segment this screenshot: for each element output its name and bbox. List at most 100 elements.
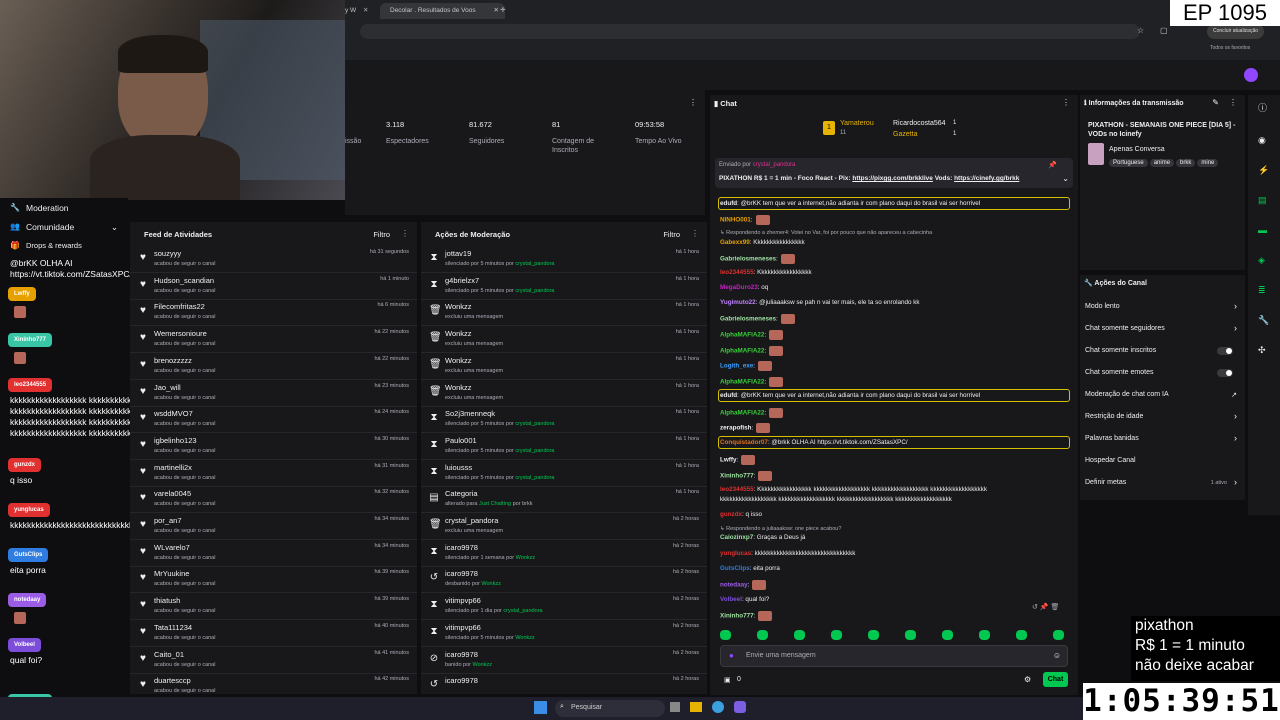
chat-username[interactable]: NINHO001 bbox=[720, 217, 751, 224]
emote-icon[interactable] bbox=[942, 630, 953, 640]
action-restri-o-de-idade[interactable]: Restrição de idade bbox=[1085, 413, 1143, 420]
tag[interactable]: mine bbox=[1197, 159, 1219, 167]
activity-user[interactable]: thiatush bbox=[154, 596, 180, 605]
action-palavras-banidas[interactable]: Palavras banidas bbox=[1085, 435, 1139, 442]
chat-username[interactable]: AlphaMAFIA22 bbox=[720, 332, 764, 339]
edit-icon[interactable]: ✎ bbox=[1212, 98, 1219, 107]
chat-input[interactable]: ● Envie uma mensagem ☺ bbox=[720, 645, 1068, 667]
filter-button[interactable]: Filtro bbox=[663, 230, 680, 239]
emote-icon[interactable] bbox=[757, 630, 768, 640]
chat-username[interactable]: gunzdx bbox=[720, 511, 742, 518]
mod-actor[interactable]: Wonkzz bbox=[515, 635, 534, 641]
chat-username[interactable]: Logith_exe bbox=[720, 363, 753, 370]
activity-user[interactable]: WLvarelo7 bbox=[154, 543, 190, 552]
chat-username[interactable]: Gabrielosmeneses bbox=[720, 256, 776, 263]
mod-target-user[interactable]: crystal_pandora bbox=[445, 516, 498, 525]
activity-user[interactable]: brenozzzzz bbox=[154, 356, 192, 365]
activity-user[interactable]: martinelli2x bbox=[154, 463, 192, 472]
nav-drops[interactable]: 🎁 Drops & rewards bbox=[0, 236, 128, 256]
emote-icon[interactable] bbox=[720, 630, 731, 640]
activity-user[interactable]: igbelinho123 bbox=[154, 436, 197, 445]
filter-button[interactable]: Filtro bbox=[373, 230, 390, 239]
chevron-right-icon[interactable]: › bbox=[1234, 477, 1237, 487]
chat-username[interactable]: GutsClips bbox=[720, 565, 750, 572]
mod-target-user[interactable]: icaro9978 bbox=[445, 676, 478, 685]
bolt-icon[interactable]: ⚡ bbox=[1258, 165, 1269, 176]
chat-username[interactable]: Gabexx99 bbox=[720, 239, 750, 246]
activity-user[interactable]: por_an7 bbox=[154, 516, 182, 525]
category-name[interactable]: Apenas Conversa bbox=[1109, 146, 1165, 153]
mod-actor[interactable]: crystal_pandora bbox=[515, 448, 554, 454]
chat-send-button[interactable]: Chat bbox=[1043, 672, 1068, 687]
mod-actor[interactable]: Just Chatting bbox=[479, 501, 511, 507]
update-button[interactable]: Concluir atualização bbox=[1207, 24, 1265, 39]
chat-username[interactable]: Gabrielosmeneses bbox=[720, 316, 776, 323]
mod-actor[interactable]: crystal_pandora bbox=[515, 475, 554, 481]
action-chat-somente-seguidores[interactable]: Chat somente seguidores bbox=[1085, 325, 1165, 332]
tag[interactable]: anime bbox=[1149, 159, 1175, 167]
chevron-right-icon[interactable]: › bbox=[1234, 323, 1237, 333]
chat-username[interactable]: zerapofish bbox=[720, 425, 752, 432]
mod-actor[interactable]: Wonkzz bbox=[473, 662, 492, 668]
chat-username[interactable]: Xininho777 bbox=[720, 473, 754, 480]
extension-icon[interactable]: ▢ bbox=[1160, 26, 1168, 35]
mod-actor[interactable]: Wonkzz bbox=[481, 581, 500, 587]
chat-username[interactable]: edufd bbox=[720, 392, 737, 399]
chat-username[interactable]: AlphaMAFIA22 bbox=[720, 348, 764, 355]
mod-target-user[interactable]: vitimpvp66 bbox=[445, 596, 481, 605]
more-icon[interactable]: ⋮ bbox=[1229, 98, 1237, 107]
emote-picker-icon[interactable]: ☺ bbox=[1053, 651, 1061, 660]
chat-username[interactable]: Conquistador07 bbox=[720, 439, 768, 446]
chat-username[interactable]: AlphaMAFIA22 bbox=[720, 379, 764, 386]
wrench-icon[interactable]: 🔧 bbox=[1258, 315, 1269, 326]
emote-icon[interactable] bbox=[1016, 630, 1027, 640]
chat-username[interactable]: Lwffy bbox=[720, 457, 736, 464]
action-hospedar-canal[interactable]: Hospedar Canal bbox=[1085, 457, 1136, 464]
mod-target-user[interactable]: Wonkzz bbox=[445, 356, 472, 365]
activity-user[interactable]: Caito_01 bbox=[154, 650, 184, 659]
toggle-switch[interactable] bbox=[1217, 369, 1233, 377]
chat-bubble-icon[interactable]: ▬ bbox=[1258, 225, 1267, 235]
points-icon[interactable]: ▣ bbox=[724, 676, 731, 684]
emote-icon[interactable] bbox=[1053, 630, 1064, 640]
mod-target-user[interactable]: Wonkzz bbox=[445, 383, 472, 392]
tag[interactable]: Portuguese bbox=[1109, 159, 1148, 167]
mod-target-user[interactable]: So2j3menneqk bbox=[445, 409, 495, 418]
clipboard-icon[interactable]: ▤ bbox=[1258, 195, 1267, 206]
mod-target-user[interactable]: icaro9978 bbox=[445, 543, 478, 552]
activity-user[interactable]: Hudson_scandian bbox=[154, 276, 214, 285]
external-link-icon[interactable]: ↗ bbox=[1231, 391, 1237, 399]
mod-actor[interactable]: crystal_pandora bbox=[515, 288, 554, 294]
mod-actor[interactable]: crystal_pandora bbox=[515, 261, 554, 267]
action-definir-metas[interactable]: Definir metas bbox=[1085, 479, 1126, 486]
tag[interactable]: brkk bbox=[1176, 159, 1196, 167]
mod-target-user[interactable]: Wonkzz bbox=[445, 329, 472, 338]
chat-username[interactable]: AlphaMAFIA22 bbox=[720, 410, 764, 417]
info-icon[interactable]: ⓘ bbox=[1258, 101, 1267, 114]
more-icon[interactable]: ⋮ bbox=[689, 98, 697, 107]
avatar[interactable] bbox=[1244, 68, 1258, 82]
stack-icon[interactable]: ≣ bbox=[1258, 285, 1266, 296]
mod-target-user[interactable]: icaro9978 bbox=[445, 650, 478, 659]
action-chat-somente-inscritos[interactable]: Chat somente inscritos bbox=[1085, 347, 1156, 354]
chat-username[interactable]: MegaDuro23 bbox=[720, 284, 758, 291]
mod-target-user[interactable]: jottav19 bbox=[445, 249, 471, 258]
task-view-icon[interactable] bbox=[670, 702, 680, 712]
action-chat-somente-emotes[interactable]: Chat somente emotes bbox=[1085, 369, 1153, 376]
mod-actor[interactable]: crystal_pandora bbox=[515, 421, 554, 427]
chevron-right-icon[interactable]: › bbox=[1234, 411, 1237, 421]
folder-icon[interactable] bbox=[690, 702, 702, 712]
emote-icon[interactable] bbox=[794, 630, 805, 640]
camera-icon[interactable]: ◉ bbox=[1258, 135, 1266, 146]
close-icon[interactable]: ✕ bbox=[363, 3, 368, 19]
action-modera-o-de-chat-com-ia[interactable]: Moderação de chat com IA bbox=[1085, 391, 1169, 398]
windows-start-icon[interactable] bbox=[534, 701, 547, 714]
browser-tab[interactable]: y W bbox=[345, 3, 365, 19]
chat-username[interactable]: yunglucas bbox=[720, 550, 751, 557]
more-icon[interactable]: ⋮ bbox=[691, 229, 699, 238]
toggle-switch[interactable] bbox=[1217, 347, 1233, 355]
chat-username[interactable]: Volbeel bbox=[720, 596, 742, 603]
message-actions[interactable]: ↺ 📌 🗑 bbox=[1032, 603, 1059, 611]
mic-icon[interactable]: ● bbox=[729, 651, 734, 660]
bookmarks-label[interactable]: Todos os favoritos bbox=[1210, 45, 1250, 51]
